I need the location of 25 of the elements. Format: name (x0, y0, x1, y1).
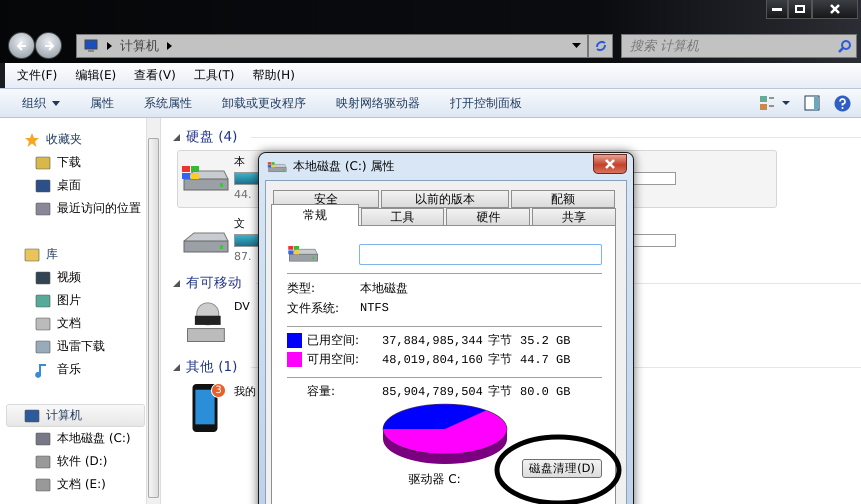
unit-label: 字节 (487, 351, 513, 368)
drive-name: 本 (234, 154, 245, 169)
size-value: 80.0 GB (520, 384, 572, 398)
field-value: NTFS (360, 301, 389, 315)
unit-label: 字节 (487, 332, 513, 349)
field-label: 类型: (287, 280, 316, 296)
unit-label: 字节 (487, 383, 513, 400)
byte-count: 48,019,804,160 (382, 352, 482, 366)
field-label: 文件系统: (287, 300, 340, 316)
space-label: 已用空间: (307, 332, 360, 349)
drive-name: 我的 (234, 384, 256, 399)
byte-count: 37,884,985,344 (382, 334, 482, 348)
space-label: 容量: (307, 383, 336, 400)
size-value: 35.2 GB (520, 334, 572, 348)
size-value: 44.7 GB (520, 352, 572, 366)
dialog-title: 本地磁盘 (C:) 属性 (293, 158, 394, 175)
drive-name: DV (234, 300, 250, 313)
free-space-text: 44. (234, 188, 252, 201)
drive-label: 驱动器 C: (408, 471, 461, 488)
free-space-text: 87. (234, 250, 252, 263)
byte-count: 85,904,789,504 (382, 384, 482, 398)
space-label: 可用空间: (307, 351, 360, 368)
drive-name: 文 (234, 216, 245, 231)
field-value: 本地磁盘 (360, 280, 408, 296)
notification-badge: 3 (211, 383, 226, 398)
